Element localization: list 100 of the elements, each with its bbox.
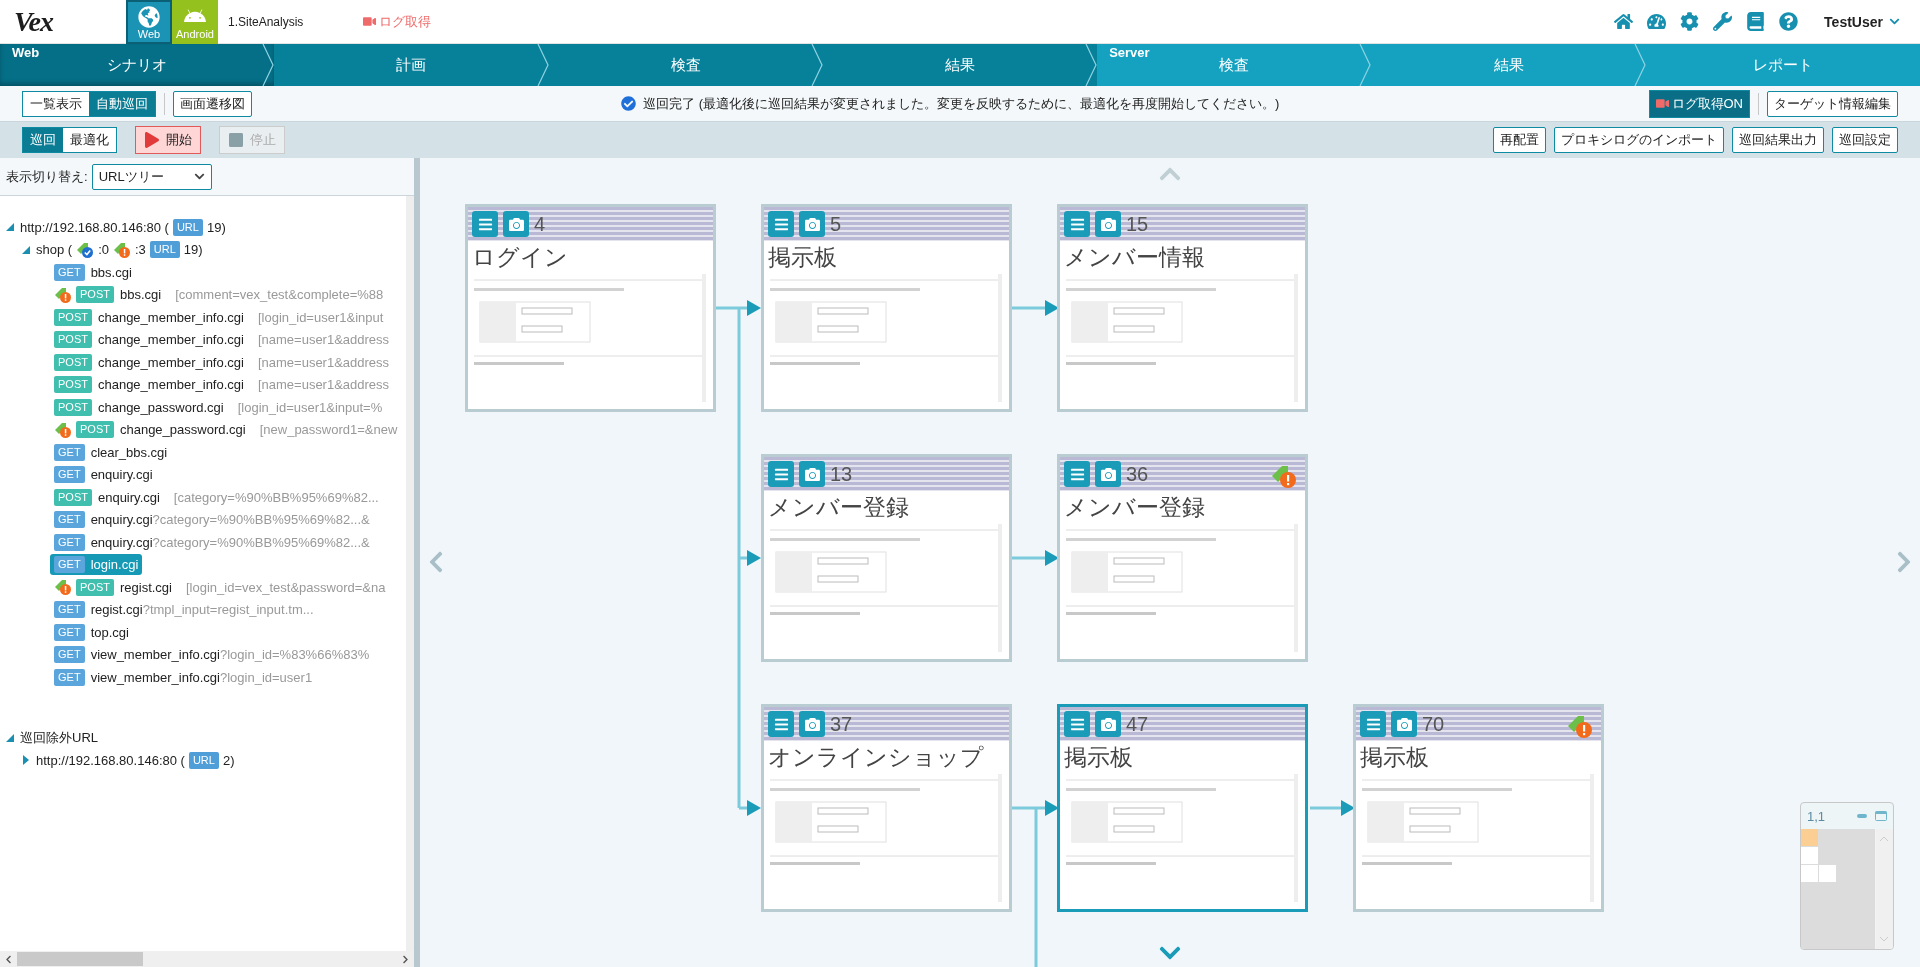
warning-tag-icon (113, 240, 131, 259)
diagram-button[interactable]: 画面遷移図 (173, 90, 252, 117)
target-edit-button[interactable]: ターゲット情報編集 (1767, 90, 1898, 117)
tree-node-label[interactable]: 巡回除外URL (20, 728, 98, 747)
screen-card[interactable]: 37 オンラインショップ (761, 704, 1012, 912)
user-menu[interactable]: TestUser (1824, 13, 1900, 30)
camera-icon[interactable] (1095, 461, 1121, 487)
step-group-label: Web (12, 45, 40, 60)
method-badge: GET (54, 623, 85, 641)
tree-node-label[interactable]: http://192.168.80.146:80 ( (20, 219, 169, 235)
start-button[interactable]: 開始 (135, 126, 201, 154)
tree-item[interactable]: POST enquiry.cgi [category=%90%BB%95%69%82... (54, 486, 383, 508)
tree-item[interactable]: GET enquiry.cgi?category=%90%BB%95%69%82...& (54, 509, 374, 531)
toolbar-button[interactable]: 巡回結果出力 (1732, 127, 1824, 153)
menu-icon[interactable] (768, 211, 794, 237)
menu-icon[interactable] (472, 211, 498, 237)
workflow-step[interactable]: 計画 (274, 44, 549, 86)
screen-card[interactable]: 70 掲示板 (1353, 704, 1604, 912)
menu-icon[interactable] (768, 711, 794, 737)
mode-tab[interactable]: 巡回 (23, 128, 63, 152)
tree-item[interactable]: GET enquiry.cgi (54, 464, 157, 486)
toolbar-button[interactable]: プロキシログのインポート (1554, 127, 1724, 153)
screen-number: 70 (1422, 712, 1445, 736)
menu-icon[interactable] (1064, 461, 1090, 487)
tree-item[interactable]: POST change_password.cgi [login_id=user1&input=% (54, 396, 387, 418)
method-badge: POST (54, 308, 92, 326)
wrench-icon[interactable] (1713, 12, 1733, 31)
tree-item[interactable]: GET enquiry.cgi?category=%90%BB%95%69%82...& (54, 531, 374, 553)
camera-icon[interactable] (799, 211, 825, 237)
camera-icon[interactable] (799, 461, 825, 487)
screen-card[interactable]: 4 ログイン (465, 204, 716, 412)
camera-icon[interactable] (1095, 711, 1121, 737)
menu-icon[interactable] (1064, 711, 1090, 737)
warning-count: :3 (135, 242, 146, 258)
tree-item[interactable]: GET regist.cgi?tmpl_input=regist_input.tm... (54, 599, 318, 621)
tree-item[interactable]: GET clear_bbs.cgi (54, 441, 172, 463)
tree-item[interactable]: POST change_password.cgi [new_password1=&new (76, 419, 402, 441)
menu-icon[interactable] (768, 461, 794, 487)
camera-icon[interactable] (799, 711, 825, 737)
tree-item[interactable]: GET top.cgi (54, 621, 133, 643)
screen-card[interactable]: 36 メンバー登録 (1057, 454, 1308, 662)
tree-item[interactable]: GET bbs.cgi (54, 261, 136, 283)
tree-node-label[interactable]: shop ( (36, 242, 73, 258)
window-icon[interactable] (1875, 811, 1887, 821)
minimize-icon[interactable] (1857, 814, 1867, 818)
view-switch-label: 表示切り替え: (6, 167, 88, 186)
camera-icon[interactable] (1095, 211, 1121, 237)
screen-card[interactable]: 13 メンバー登録 (761, 454, 1012, 662)
method-badge: POST (54, 488, 92, 506)
workflow-step[interactable]: 結果 (822, 44, 1098, 86)
settings-icon[interactable] (1680, 12, 1700, 31)
horizontal-scrollbar[interactable] (0, 951, 414, 967)
screen-card[interactable]: 5 掲示板 (761, 204, 1012, 412)
minimap-position: 1,1 (1807, 808, 1826, 824)
tree-item[interactable]: GET view_member_info.cgi?login_id=user1 (54, 666, 317, 688)
method-badge: POST (54, 398, 92, 416)
tree-node-label[interactable]: http://192.168.80.146:80 ( (36, 752, 185, 768)
video-camera-icon (363, 15, 377, 28)
connector-arrow (1310, 800, 1355, 816)
tree-item[interactable]: POST change_member_info.cgi [login_id=user1&input (54, 306, 388, 328)
view-mode-tab[interactable]: 自動巡回 (89, 91, 155, 116)
tree-item[interactable]: POST change_member_info.cgi [name=user1&address (54, 329, 394, 351)
gauge-icon[interactable] (1647, 12, 1667, 31)
camera-icon[interactable] (1391, 711, 1417, 737)
screen-card[interactable]: 47 掲示板 (1057, 704, 1308, 912)
help-icon[interactable] (1779, 12, 1799, 31)
workflow-step[interactable]: 検査 (548, 44, 823, 86)
method-badge: GET (54, 533, 85, 551)
project-name: 1.SiteAnalysis (228, 14, 304, 29)
tree-item[interactable]: POST change_member_info.cgi [name=user1&address (54, 351, 394, 373)
method-badge: GET (54, 601, 85, 619)
screen-number: 5 (830, 212, 842, 236)
method-badge: POST (54, 376, 92, 394)
book-icon[interactable] (1746, 12, 1766, 31)
workflow-step[interactable]: Web シナリオ (0, 44, 275, 86)
tree-item[interactable]: GET view_member_info.cgi?login_id=%83%66%83% (54, 644, 374, 666)
expander-icon[interactable] (4, 221, 16, 234)
menu-icon[interactable] (1064, 211, 1090, 237)
tree-item[interactable]: POST change_member_info.cgi [name=user1&address (54, 374, 394, 396)
url-badge: URL (149, 241, 180, 259)
url-badge: URL (188, 751, 219, 769)
video-camera-icon (1655, 97, 1669, 110)
vertical-scrollbar[interactable] (406, 196, 414, 951)
tree-item[interactable]: POST bbs.cgi [comment=vex_test&complete=%88 (76, 284, 388, 306)
toolbar-button[interactable]: 再配置 (1493, 127, 1546, 153)
view-mode-tab[interactable]: 一覧表示 (23, 91, 89, 116)
log-capture-button[interactable]: ログ取得ON (1648, 89, 1750, 118)
screen-card[interactable]: 15 メンバー情報 (1057, 204, 1308, 412)
url-badge: URL (172, 218, 203, 236)
view-select[interactable]: URLツリー (91, 163, 212, 190)
menu-icon[interactable] (1360, 711, 1386, 737)
screen-title: メンバー登録 (1063, 493, 1206, 522)
platform-tab[interactable]: Web (126, 0, 172, 44)
screen-number: 47 (1126, 712, 1149, 736)
toolbar-button[interactable]: 巡回設定 (1832, 127, 1898, 153)
mode-tab[interactable]: 最適化 (63, 128, 116, 152)
home-icon[interactable] (1614, 12, 1634, 31)
camera-icon[interactable] (503, 211, 529, 237)
connector-arrow (739, 550, 761, 566)
tree-item[interactable]: POST regist.cgi [login_id=vex_test&password=&na (76, 576, 390, 598)
